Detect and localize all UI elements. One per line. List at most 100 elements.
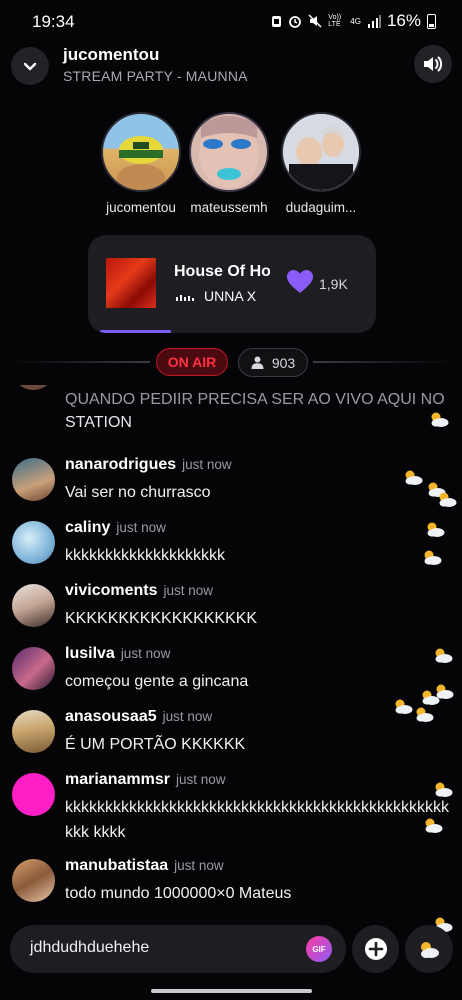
volte-label: Vo)) LTE — [328, 14, 342, 28]
message-text: todo mundo 1000000×0 Mateus — [65, 885, 292, 902]
timestamp: just now — [182, 457, 232, 472]
participant-name: jucomentou — [106, 200, 176, 215]
avatar — [189, 112, 269, 192]
sun-cloud-reaction-icon — [395, 699, 413, 714]
chat-input-value: jdhdudhduehehe — [30, 939, 150, 956]
song-progress-fill — [100, 330, 171, 333]
mute-icon — [308, 14, 322, 28]
page-title: jucomentou — [63, 45, 160, 64]
song-progress — [88, 330, 376, 333]
notification-icon — [272, 15, 282, 27]
sun-cloud-reaction-icon — [436, 684, 454, 699]
divider — [313, 361, 453, 363]
collapse-button[interactable] — [11, 47, 49, 85]
timestamp: just now — [116, 520, 166, 535]
participants-row: jucomentou mateussemh dudaguim... — [0, 112, 462, 222]
message-text: QUANDO PEDIIR PRECISA SER AO VIVO AQUI N… — [65, 391, 445, 408]
alarm-icon — [289, 16, 302, 28]
reaction-button[interactable] — [405, 925, 453, 973]
clock: 19:34 — [32, 12, 75, 31]
username: vivicoments — [65, 582, 158, 599]
avatar[interactable] — [12, 859, 55, 902]
message-text: STATION — [65, 414, 132, 431]
message-text: É UM PORTÃO KKKKKK — [65, 736, 246, 753]
chat-username[interactable]: manubatistaa just now — [65, 857, 224, 875]
sun-cloud-reaction-icon — [435, 782, 453, 797]
chat-username[interactable]: anasousaa5 just now — [65, 708, 212, 726]
status-icons: Vo)) LTE 4G 16% — [271, 11, 436, 31]
avatar[interactable] — [12, 458, 55, 501]
page-subtitle: STREAM PARTY - MAUNNA — [63, 68, 248, 84]
message-text: kkkkkkkkkkkkkkkkkkkkkkkkkkkkkkkkkkkkkkkk… — [65, 799, 449, 841]
speaker-icon — [424, 56, 443, 72]
viewer-count-badge: 903 — [238, 348, 308, 377]
sun-cloud-reaction-icon — [427, 522, 445, 537]
avatar[interactable] — [12, 584, 55, 627]
participant[interactable]: jucomentou — [98, 112, 184, 215]
avatar[interactable] — [12, 773, 55, 816]
timestamp: just now — [175, 772, 226, 787]
message-text: kkkkkkkkkkkkkkkkkkkk — [65, 547, 225, 564]
participant-name: mateussemh — [190, 200, 268, 215]
status-bar: 19:34 Vo)) LTE 4G 16% — [0, 0, 462, 44]
stream-party-screen: 19:34 Vo)) LTE 4G 16% jucomentou STREAM … — [0, 0, 462, 1000]
chevron-down-icon — [23, 62, 37, 70]
avatar-photo — [199, 116, 259, 188]
avatar[interactable] — [12, 710, 55, 753]
participant[interactable]: dudaguim... — [278, 112, 364, 215]
chat-feed[interactable]: QUANDO PEDIIR PRECISA SER AO VIVO AQUI N… — [0, 385, 462, 915]
avatar — [12, 385, 55, 390]
sun-cloud-reaction-icon — [435, 648, 453, 663]
avatar — [281, 112, 361, 192]
username: manubatistaa — [65, 857, 169, 874]
sun-cloud-reaction-icon — [431, 412, 449, 427]
battery-percent: 16% — [386, 11, 421, 30]
like-count: 1,9K — [319, 276, 348, 292]
chat-username[interactable]: marianammsr just now — [65, 771, 225, 789]
gif-button[interactable]: GIF — [306, 936, 332, 962]
timestamp: just now — [163, 583, 214, 598]
chat-username[interactable]: vivicoments just now — [65, 582, 213, 600]
avatar[interactable] — [12, 521, 55, 564]
person-icon — [251, 356, 264, 369]
avatar — [101, 112, 181, 192]
message-text: começou gente a gincana — [65, 673, 249, 690]
message-text: Vai ser no churrasco — [65, 484, 211, 501]
album-cover — [106, 258, 156, 308]
username: marianammsr — [65, 771, 170, 788]
song-title: House Of Ho — [174, 263, 270, 280]
timestamp: just now — [174, 858, 224, 873]
username: caliny — [65, 519, 111, 536]
equalizer-icon — [176, 295, 194, 301]
timestamp: just now — [120, 646, 171, 661]
chat-username[interactable]: nanarodrigues just now — [65, 456, 232, 474]
username: anasousaa5 — [65, 708, 157, 725]
volume-button[interactable] — [414, 45, 452, 83]
message-text: KKKKKKKKKKKKKKKKKK — [65, 610, 258, 627]
heart-icon[interactable] — [286, 269, 314, 295]
chat-input[interactable]: jdhdudhduehehe GIF — [10, 925, 346, 973]
participant[interactable]: mateussemh — [186, 112, 272, 215]
sun-cloud-reaction-icon — [405, 470, 423, 485]
participant-name: dudaguim... — [285, 200, 357, 215]
avatar[interactable] — [12, 647, 55, 690]
sun-cloud-reaction-icon — [424, 550, 442, 565]
chat-username[interactable]: caliny just now — [65, 519, 166, 537]
now-playing-card[interactable]: House Of Ho UNNA X 1,9K — [88, 235, 376, 333]
song-artist: UNNA X — [204, 288, 257, 304]
divider — [10, 361, 150, 363]
timestamp: just now — [162, 709, 213, 724]
username: nanarodrigues — [65, 456, 177, 473]
sun-cloud-reaction-icon — [425, 818, 443, 833]
sun-cloud-icon — [421, 942, 439, 958]
chat-username[interactable]: lusilva just now — [65, 645, 170, 663]
viewer-count: 903 — [271, 354, 296, 371]
add-button[interactable] — [352, 925, 399, 973]
chat-message-partial: QUANDO PEDIIR PRECISA SER AO VIVO AQUI N… — [65, 391, 455, 435]
plus-circle-icon — [364, 938, 387, 960]
avatar-photo — [283, 114, 359, 190]
on-air-badge: ON AIR — [156, 348, 228, 376]
signal-icon — [367, 14, 381, 28]
avatar-photo — [117, 136, 165, 190]
username: lusilva — [65, 645, 115, 662]
